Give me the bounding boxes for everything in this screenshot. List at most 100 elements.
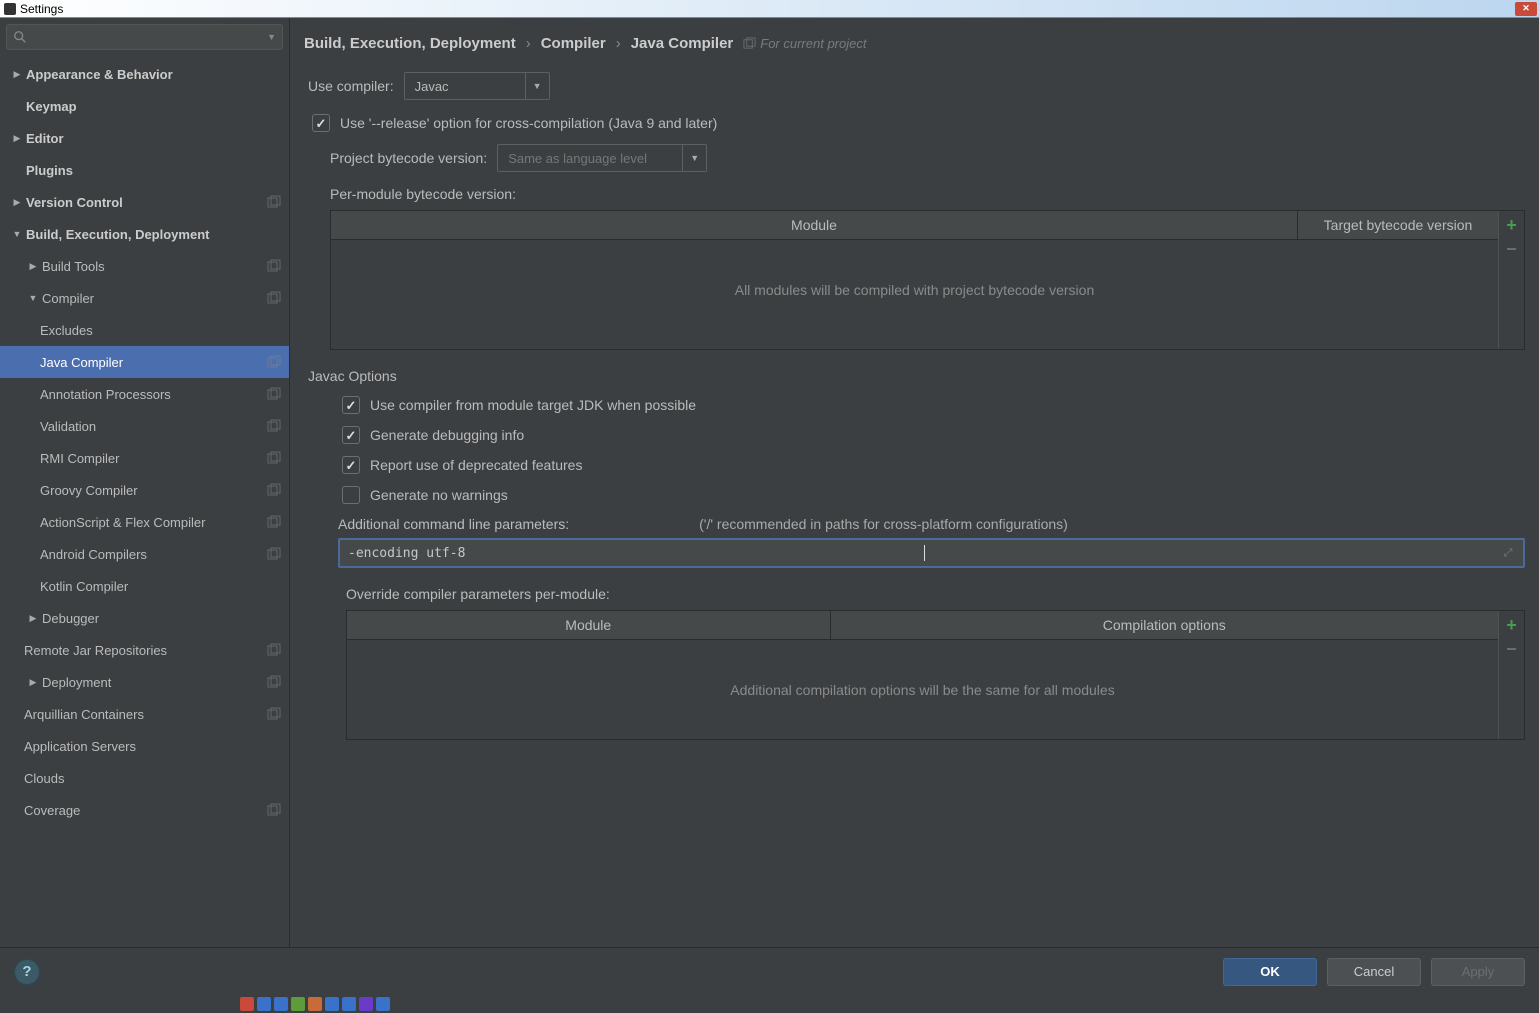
- release-option-row[interactable]: Use '--release' option for cross-compila…: [308, 114, 1525, 132]
- sidebar-item[interactable]: Remote Jar Repositories: [0, 634, 289, 666]
- apply-button[interactable]: Apply: [1431, 958, 1525, 986]
- taskbar-icon[interactable]: [325, 997, 339, 1011]
- main-panel: Build, Execution, Deployment › Compiler …: [290, 18, 1539, 947]
- opt2-checkbox[interactable]: [342, 426, 360, 444]
- override-table: Module Compilation options Additional co…: [346, 610, 1525, 740]
- tree-arrow-icon: ▶: [24, 261, 42, 272]
- opt1-checkbox[interactable]: [342, 396, 360, 414]
- sidebar-item-label: Arquillian Containers: [24, 707, 263, 722]
- override-label: Override compiler parameters per-module:: [346, 586, 1525, 602]
- sidebar-item[interactable]: ▶Editor: [0, 122, 289, 154]
- remove-button[interactable]: −: [1502, 239, 1522, 259]
- sidebar-item[interactable]: Coverage: [0, 794, 289, 826]
- taskbar-icon[interactable]: [274, 997, 288, 1011]
- chevron-down-icon[interactable]: ▼: [267, 32, 276, 42]
- add-button[interactable]: +: [1502, 215, 1522, 235]
- chevron-down-icon: ▼: [682, 145, 706, 171]
- th-target[interactable]: Target bytecode version: [1298, 211, 1498, 239]
- breadcrumb-context: For current project: [743, 36, 866, 51]
- table2-empty-text: Additional compilation options will be t…: [347, 640, 1498, 740]
- window-title: Settings: [20, 2, 63, 16]
- remove-button[interactable]: −: [1502, 639, 1522, 659]
- sidebar-item[interactable]: ActionScript & Flex Compiler: [0, 506, 289, 538]
- sidebar-item-label: Compiler: [42, 291, 263, 306]
- sidebar-item[interactable]: Java Compiler: [0, 346, 289, 378]
- table-empty-text: All modules will be compiled with projec…: [331, 240, 1498, 340]
- project-scope-icon: [743, 37, 756, 50]
- taskbar-icon[interactable]: [359, 997, 373, 1011]
- sidebar-item[interactable]: Excludes: [0, 314, 289, 346]
- sidebar-item[interactable]: ▶Deployment: [0, 666, 289, 698]
- th-module2[interactable]: Module: [347, 611, 831, 639]
- opt2-row[interactable]: Generate debugging info: [338, 426, 1525, 444]
- sidebar-item-label: Excludes: [40, 323, 281, 338]
- search-input-wrap[interactable]: ▼: [6, 24, 283, 50]
- additional-params-input[interactable]: [348, 546, 924, 561]
- sidebar-item-label: Android Compilers: [40, 547, 263, 562]
- taskbar-icon[interactable]: [342, 997, 356, 1011]
- sidebar-item-label: Validation: [40, 419, 263, 434]
- sidebar-item-label: RMI Compiler: [40, 451, 263, 466]
- sidebar-item[interactable]: ▶Build Tools: [0, 250, 289, 282]
- sidebar-item[interactable]: ▶Version Control: [0, 186, 289, 218]
- taskbar-icon[interactable]: [291, 997, 305, 1011]
- sidebar-item-label: Coverage: [24, 803, 263, 818]
- use-compiler-label: Use compiler:: [308, 78, 394, 94]
- breadcrumb-sep: ›: [616, 35, 621, 52]
- chevron-down-icon: ▼: [525, 73, 549, 99]
- sidebar-item[interactable]: Arquillian Containers: [0, 698, 289, 730]
- sidebar-item[interactable]: Validation: [0, 410, 289, 442]
- release-option-label: Use '--release' option for cross-compila…: [340, 115, 717, 131]
- sidebar-item[interactable]: ▶Appearance & Behavior: [0, 58, 289, 90]
- dialog-footer: ? OK Cancel Apply: [0, 947, 1539, 995]
- sidebar-item[interactable]: ▼Build, Execution, Deployment: [0, 218, 289, 250]
- sidebar-item[interactable]: ▼Compiler: [0, 282, 289, 314]
- th-module[interactable]: Module: [331, 211, 1298, 239]
- sidebar-item[interactable]: Application Servers: [0, 730, 289, 762]
- sidebar-item[interactable]: Plugins: [0, 154, 289, 186]
- tree-arrow-icon: ▶: [8, 133, 26, 144]
- search-input[interactable]: [33, 30, 261, 45]
- opt4-checkbox[interactable]: [342, 486, 360, 504]
- breadcrumb-part[interactable]: Compiler: [541, 35, 606, 52]
- sidebar-item-label: Editor: [26, 131, 281, 146]
- breadcrumb-sep: ›: [526, 35, 531, 52]
- opt1-row[interactable]: Use compiler from module target JDK when…: [338, 396, 1525, 414]
- sidebar-item[interactable]: Clouds: [0, 762, 289, 794]
- sidebar-item-label: Debugger: [42, 611, 281, 626]
- additional-params-input-wrap[interactable]: ⤢: [338, 538, 1525, 568]
- taskbar-icon[interactable]: [257, 997, 271, 1011]
- help-button[interactable]: ?: [14, 959, 40, 985]
- sidebar-item[interactable]: ▶Debugger: [0, 602, 289, 634]
- taskbar-icon[interactable]: [376, 997, 390, 1011]
- release-option-checkbox[interactable]: [312, 114, 330, 132]
- taskbar-icon[interactable]: [308, 997, 322, 1011]
- per-module-table: Module Target bytecode version All modul…: [330, 210, 1525, 350]
- taskbar-icon[interactable]: [240, 997, 254, 1011]
- ok-button[interactable]: OK: [1223, 958, 1317, 986]
- javac-options-title: Javac Options: [308, 368, 1525, 384]
- cancel-button[interactable]: Cancel: [1327, 958, 1421, 986]
- expand-icon[interactable]: ⤢: [1501, 546, 1515, 560]
- use-compiler-select[interactable]: Javac ▼: [404, 72, 550, 100]
- sidebar-item-label: Kotlin Compiler: [40, 579, 281, 594]
- app-logo-icon: [4, 3, 16, 15]
- opt3-checkbox[interactable]: [342, 456, 360, 474]
- sidebar-item[interactable]: RMI Compiler: [0, 442, 289, 474]
- sidebar-item[interactable]: Android Compilers: [0, 538, 289, 570]
- sidebar-item[interactable]: Annotation Processors: [0, 378, 289, 410]
- os-taskbar: [0, 995, 1539, 1013]
- opt4-row[interactable]: Generate no warnings: [338, 486, 1525, 504]
- sidebar-item[interactable]: Keymap: [0, 90, 289, 122]
- opt3-row[interactable]: Report use of deprecated features: [338, 456, 1525, 474]
- sidebar-item[interactable]: Groovy Compiler: [0, 474, 289, 506]
- th-compopts[interactable]: Compilation options: [831, 611, 1499, 639]
- bytecode-version-select[interactable]: Same as language level ▼: [497, 144, 707, 172]
- text-caret: [924, 545, 925, 561]
- add-button[interactable]: +: [1502, 615, 1522, 635]
- breadcrumb-part[interactable]: Build, Execution, Deployment: [304, 35, 516, 52]
- close-button[interactable]: [1515, 2, 1537, 16]
- sidebar-item-label: Build Tools: [42, 259, 263, 274]
- sidebar-item[interactable]: Kotlin Compiler: [0, 570, 289, 602]
- opt3-label: Report use of deprecated features: [370, 457, 582, 473]
